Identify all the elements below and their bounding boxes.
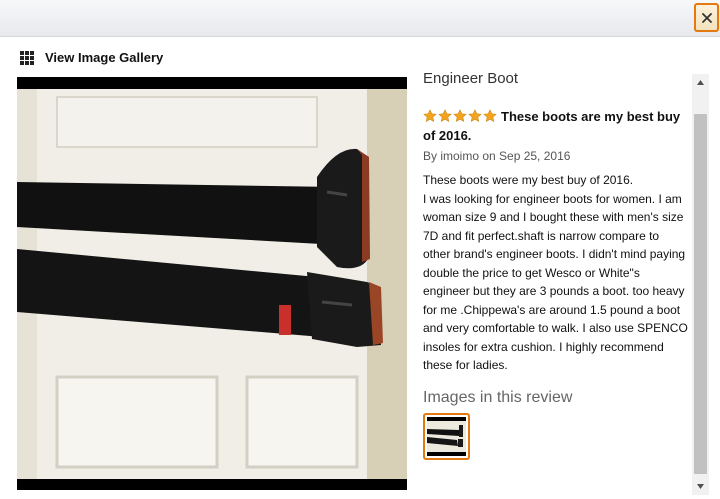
- close-button[interactable]: [694, 3, 719, 32]
- images-in-review-heading: Images in this review: [423, 388, 573, 406]
- star-icon: [483, 109, 497, 123]
- review-header: These boots are my best buy of 2016.: [423, 107, 688, 145]
- review-body: These boots were my best buy of 2016. I …: [423, 173, 688, 372]
- review-photo: [17, 77, 407, 490]
- triangle-down-icon: [697, 484, 704, 489]
- product-title: Engineer Boot: [423, 70, 519, 87]
- view-image-gallery-link[interactable]: View Image Gallery: [20, 50, 163, 65]
- star-icon: [423, 109, 437, 123]
- review-pane: Engineer Boot These boots are my best bu…: [423, 65, 688, 495]
- scroll-up-button[interactable]: [692, 74, 709, 91]
- scrollbar-thumb[interactable]: [694, 114, 707, 474]
- star-icon: [438, 109, 452, 123]
- triangle-up-icon: [697, 80, 704, 85]
- view-image-gallery-label: View Image Gallery: [45, 50, 164, 65]
- close-icon: [701, 12, 712, 23]
- star-rating: [423, 109, 498, 123]
- star-icon: [453, 109, 467, 123]
- modal-header: [0, 0, 720, 37]
- star-icon: [468, 109, 482, 123]
- review-scrollbar[interactable]: [692, 74, 709, 495]
- review-image-thumbnail[interactable]: [423, 412, 470, 460]
- scroll-down-button[interactable]: [692, 478, 709, 495]
- review-byline: By imoimo on Sep 25, 2016: [423, 149, 571, 163]
- grid-icon: [20, 50, 34, 65]
